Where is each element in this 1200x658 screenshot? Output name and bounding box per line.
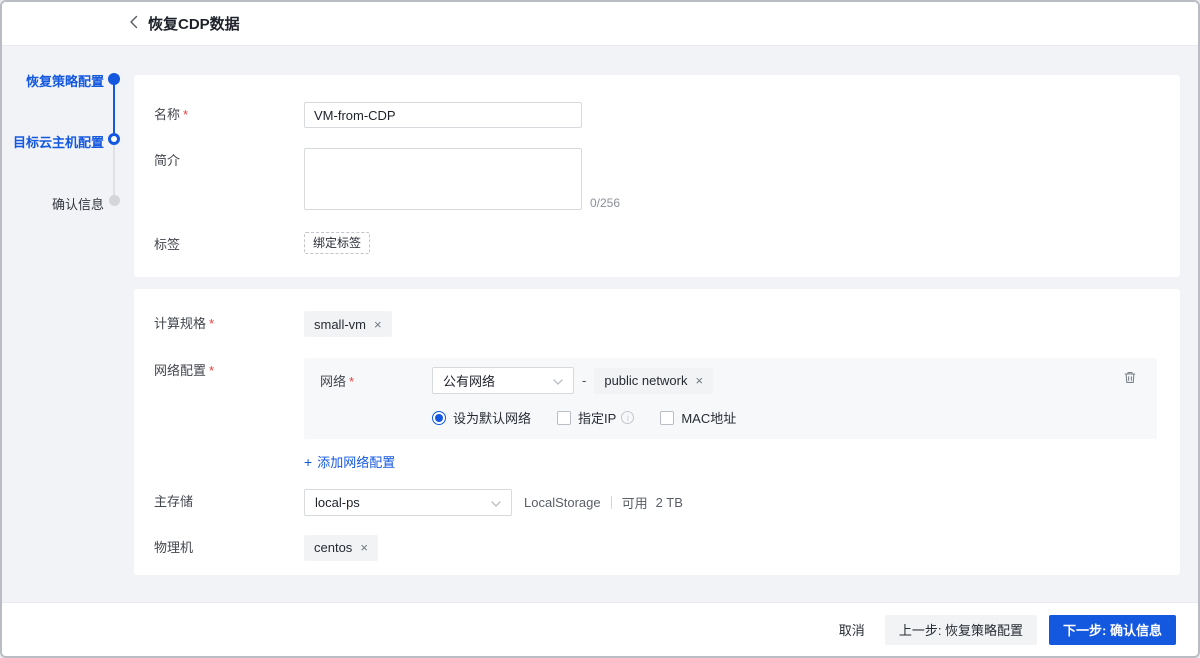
network-label: 网络 *	[320, 374, 355, 389]
add-network-config-link[interactable]: + 添加网络配置	[304, 452, 395, 471]
specify-ip-label: 指定IP	[578, 411, 617, 426]
mac-address-checkbox[interactable]	[660, 410, 675, 425]
chevron-down-icon	[553, 373, 563, 388]
step-dot-pending	[109, 195, 120, 206]
available-value: 2 TB	[655, 494, 683, 510]
network-config-label: 网络配置 *	[154, 363, 215, 378]
required-mark: *	[209, 363, 215, 378]
network-select-row: 网络 * 公有网络 - public network ×	[320, 367, 1141, 394]
tag-row: 标签 绑定标签	[154, 232, 1160, 258]
step-dot-current	[108, 133, 120, 145]
plus-icon: +	[304, 453, 313, 470]
storage-type: LocalStorage	[524, 494, 601, 510]
instance-offering-tag: small-vm ×	[304, 311, 392, 337]
network-tag: public network ×	[594, 367, 714, 394]
step-label: 恢复策略配置	[25, 74, 104, 89]
mac-address-label: MAC地址	[681, 411, 737, 426]
prev-step-button[interactable]: 上一步: 恢复策略配置	[884, 614, 1038, 645]
description-row: 简介 0/256	[154, 148, 1160, 210]
primary-storage-select[interactable]: local-ps	[304, 488, 512, 516]
host-label: 物理机	[154, 539, 194, 555]
primary-storage-info: LocalStorage 可用 2 TB	[524, 489, 683, 516]
stepper-rail-active	[113, 80, 115, 139]
step-dot-done	[108, 73, 120, 85]
stepper-rail-inactive	[113, 141, 115, 201]
network-type-select[interactable]: 公有网络	[432, 367, 574, 394]
default-network-radio[interactable]	[432, 410, 446, 425]
next-step-button[interactable]: 下一步: 确认信息	[1049, 614, 1176, 645]
required-mark: *	[349, 374, 355, 389]
primary-storage-label: 主存储	[154, 493, 194, 509]
description-label: 简介	[154, 153, 181, 168]
bind-tag-button[interactable]: 绑定标签	[304, 232, 371, 254]
host-tag: centos ×	[304, 534, 378, 561]
network-config-row: 网络配置 * 网络 * 公有网络 - public network × 设为默认…	[154, 358, 1160, 472]
page-header: 恢复CDP数据	[2, 2, 1198, 46]
name-input[interactable]	[304, 102, 582, 128]
required-mark: *	[183, 107, 189, 122]
chevron-down-icon	[491, 495, 501, 510]
step-label: 目标云主机配置	[12, 135, 104, 150]
instance-offering-label: 计算规格 *	[154, 316, 215, 331]
step-recovery-strategy[interactable]: 恢复策略配置	[26, 71, 104, 90]
basic-info-card: 名称* 简介 0/256 标签 绑定标签	[134, 75, 1180, 277]
host-row: 物理机 centos ×	[154, 534, 1160, 561]
divider	[610, 495, 612, 509]
page-title: 恢复CDP数据	[148, 16, 240, 33]
remove-tag-icon[interactable]: ×	[374, 318, 382, 331]
specify-ip-checkbox[interactable]	[557, 410, 572, 425]
dash-separator: -	[582, 373, 587, 388]
primary-storage-row: 主存储 local-ps LocalStorage 可用 2 TB	[154, 488, 1160, 516]
step-target-vm[interactable]: 目标云主机配置	[13, 132, 104, 151]
trash-icon	[1123, 372, 1137, 388]
tag-label: 标签	[154, 237, 181, 252]
footer-bar: 取消 上一步: 恢复策略配置 下一步: 确认信息	[2, 602, 1198, 656]
step-confirm-info[interactable]: 确认信息	[52, 194, 104, 213]
description-textarea[interactable]	[304, 148, 582, 210]
char-counter: 0/256	[590, 196, 621, 210]
content-area: 恢复策略配置 目标云主机配置 确认信息 名称 * VM-from-CDP 简介 …	[2, 46, 1198, 602]
default-network-label: 设为默认网络	[453, 411, 532, 426]
network-panel: 网络 * 公有网络 - public network × 设为默认网络 指定IP…	[304, 358, 1157, 439]
name-row: 名称 *	[154, 102, 1160, 128]
info-icon[interactable]: i	[621, 411, 635, 424]
back-button[interactable]	[129, 15, 138, 32]
cancel-button[interactable]: 取消	[831, 620, 873, 639]
required-mark: *	[209, 316, 215, 331]
network-options-row: 设为默认网络 指定IP i MAC地址	[320, 408, 1141, 427]
step-label: 确认信息	[51, 197, 104, 212]
target-config-card: 计算规格 * small-vm × 网络配置 * 网络 * 公有网络 - pub…	[134, 289, 1180, 575]
name-label: 名称 *	[154, 107, 189, 122]
remove-tag-icon[interactable]: ×	[360, 541, 368, 554]
available-label: 可用	[621, 495, 648, 511]
step-sidebar: 恢复策略配置 目标云主机配置 确认信息	[2, 46, 134, 602]
delete-network-button[interactable]	[1123, 370, 1137, 385]
instance-offering-row: 计算规格 * small-vm ×	[154, 311, 1160, 337]
back-chevron-icon	[129, 15, 138, 32]
restore-cdp-window: 恢复CDP数据 恢复策略配置 目标云主机配置 确认信息 名称 * VM-from…	[0, 0, 1200, 658]
form-main: 名称* 简介 0/256 标签 绑定标签	[134, 46, 1198, 602]
remove-tag-icon[interactable]: ×	[695, 374, 703, 387]
